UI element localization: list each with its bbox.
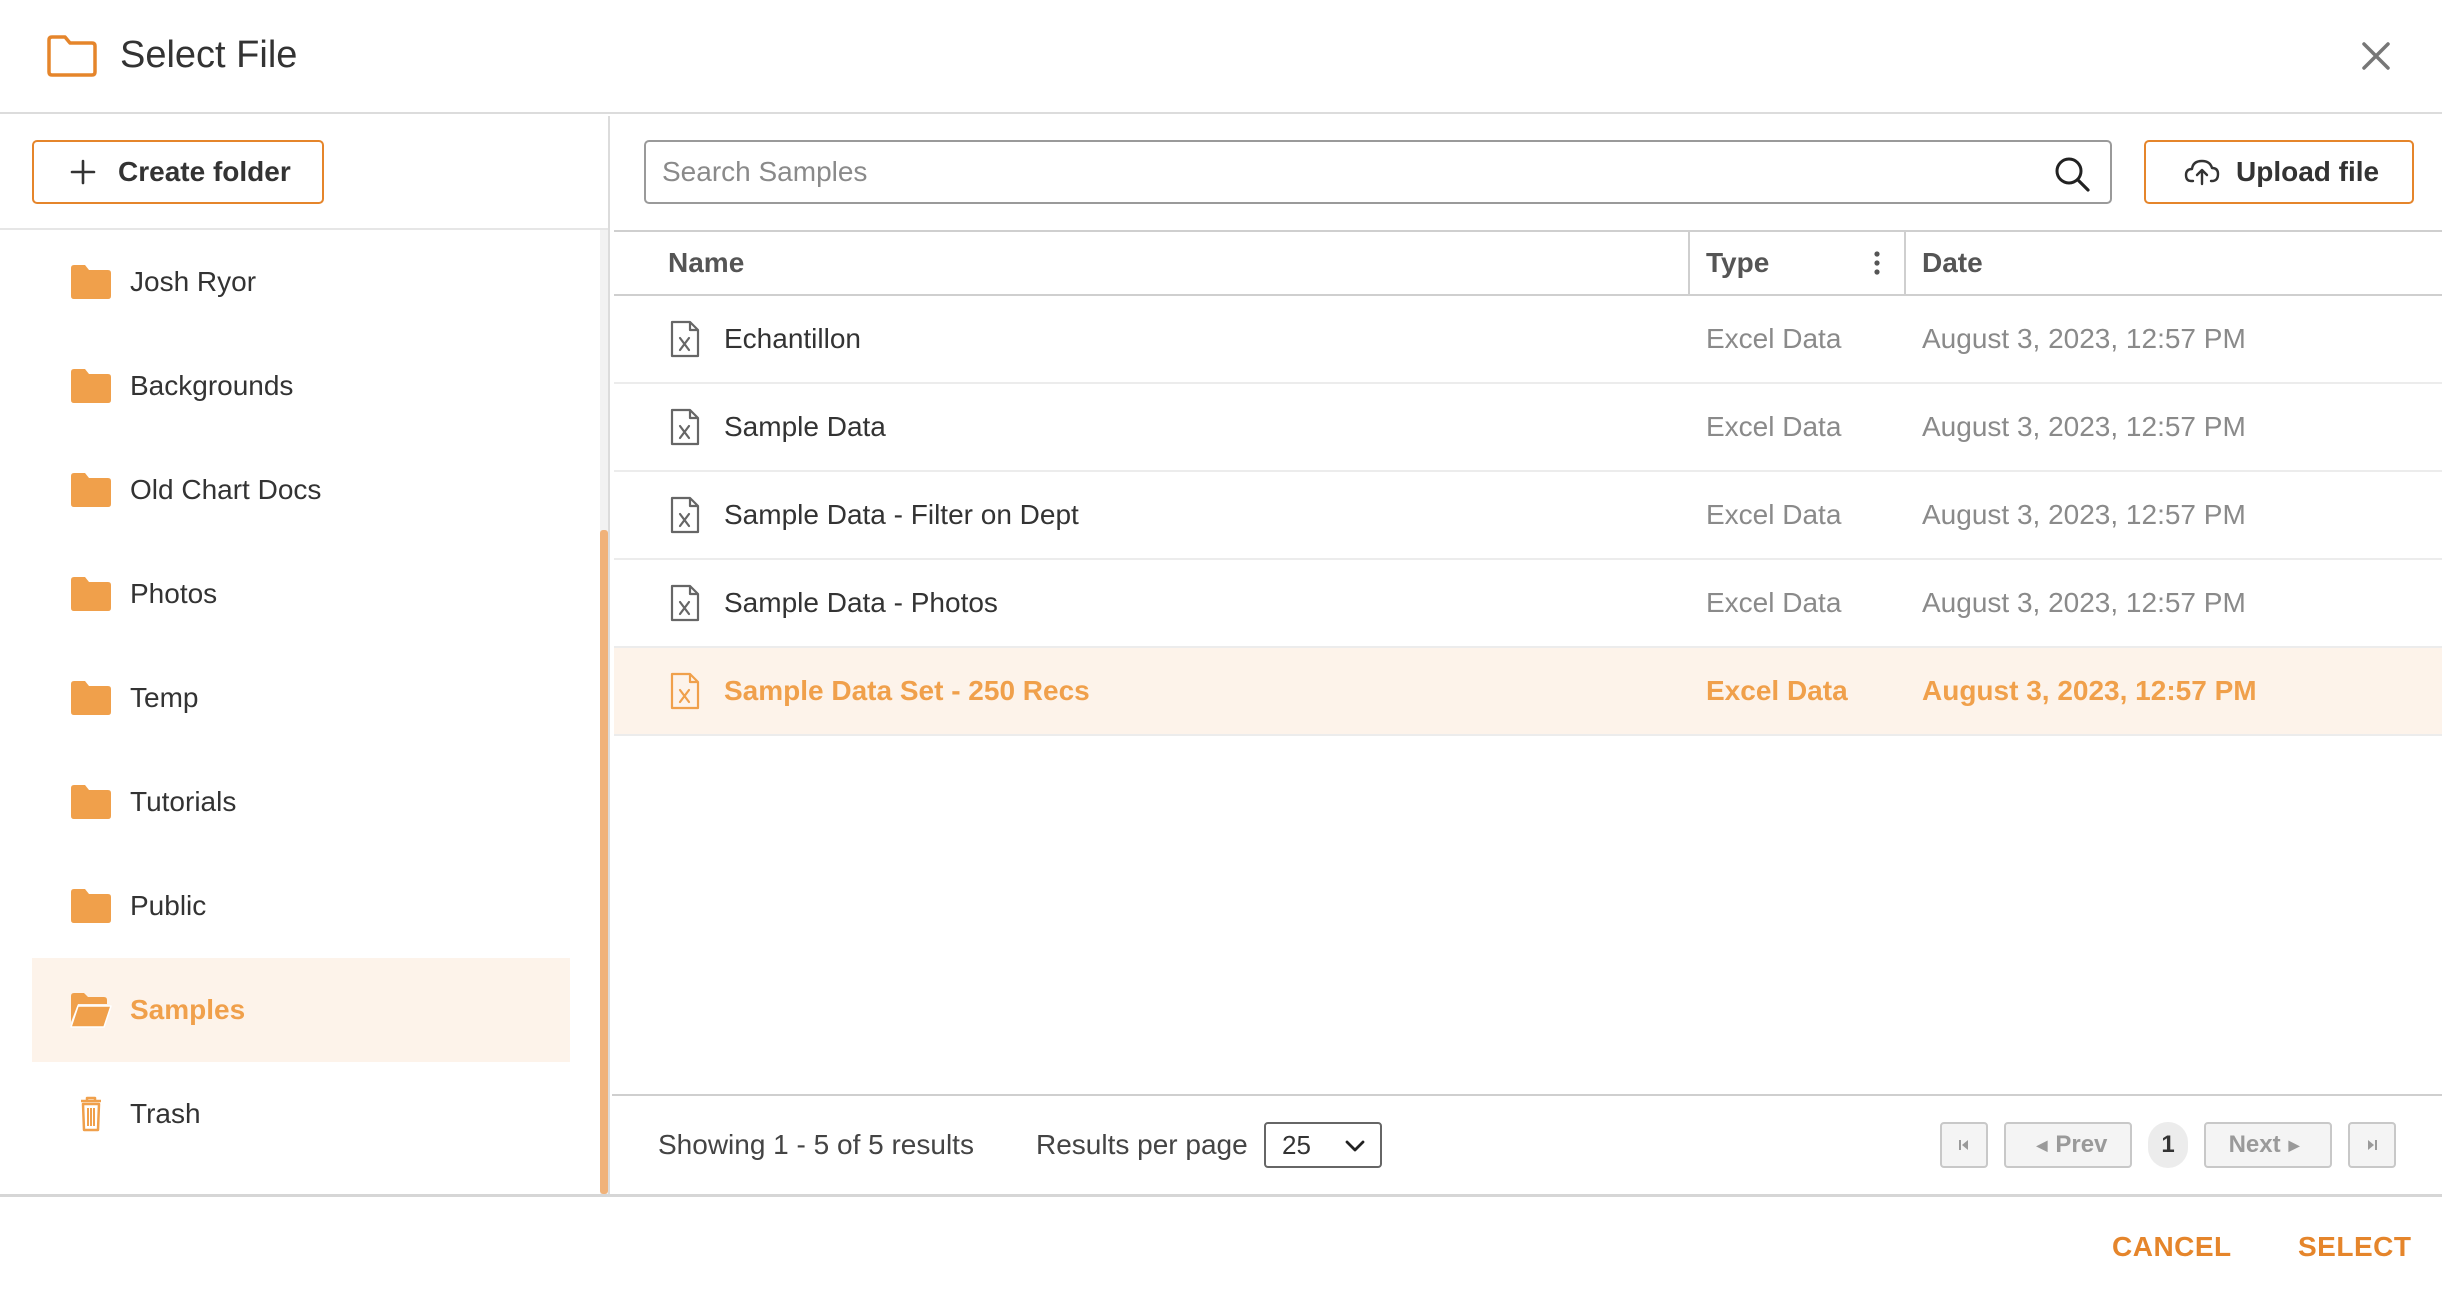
pagination-bar: Showing 1 - 5 of 5 results Results per p… xyxy=(612,1094,2442,1194)
sidebar-scrollbar-thumb[interactable] xyxy=(600,530,608,1194)
next-page-button[interactable]: Next ▶ xyxy=(2204,1122,2332,1168)
file-date: August 3, 2023, 12:57 PM xyxy=(1922,675,2257,706)
last-page-icon xyxy=(2368,1140,2377,1150)
table-row-selected[interactable]: Sample Data Set - 250 Recs Excel Data Au… xyxy=(614,648,2442,736)
sidebar-item-old-chart-docs[interactable]: Old Chart Docs xyxy=(32,438,570,542)
folder-open-icon xyxy=(70,993,112,1028)
file-name: Sample Data - Filter on Dept xyxy=(724,499,1079,530)
sidebar-item-label: Tutorials xyxy=(130,786,237,817)
excel-file-icon xyxy=(670,672,700,710)
sidebar-item-label: Public xyxy=(130,890,207,921)
column-header-type[interactable]: Type xyxy=(1706,232,1769,294)
prev-arrow-icon: ◀ xyxy=(2036,1136,2048,1153)
file-browser-pane: Upload file Name Type Date Echantillon E… xyxy=(612,116,2442,1194)
folder-icon xyxy=(71,577,111,611)
sidebar-item-label: Samples xyxy=(130,994,246,1025)
folder-list: Josh Ryor Backgrounds Old Chart Docs Pho… xyxy=(0,230,608,1194)
column-menu-icon[interactable] xyxy=(1862,248,1892,278)
results-per-page-value: 25 xyxy=(1282,1129,1311,1160)
first-page-icon xyxy=(1959,1140,1968,1150)
sidebar-item-label: Josh Ryor xyxy=(130,266,257,297)
file-name: Echantillon xyxy=(724,323,861,354)
first-page-button[interactable] xyxy=(1940,1122,1988,1168)
excel-file-icon xyxy=(670,584,700,622)
file-name: Sample Data Set - 250 Recs xyxy=(724,675,1090,706)
file-table: Name Type Date Echantillon Excel Data Au… xyxy=(614,230,2442,736)
excel-file-icon xyxy=(670,496,700,534)
prev-label: Prev xyxy=(2055,1131,2108,1158)
table-row[interactable]: Sample Data Excel Data August 3, 2023, 1… xyxy=(614,384,2442,472)
file-type: Excel Data xyxy=(1706,587,1842,618)
search-icon[interactable] xyxy=(2052,154,2092,194)
folder-sidebar: Create folder Josh Ryor Backgrounds Old … xyxy=(0,116,610,1194)
folder-icon xyxy=(71,473,111,507)
column-header-name[interactable]: Name xyxy=(668,232,744,294)
sidebar-item-josh-ryor[interactable]: Josh Ryor xyxy=(32,230,570,334)
search-input[interactable] xyxy=(646,144,2026,200)
dialog-title: Select File xyxy=(120,34,298,76)
column-header-date[interactable]: Date xyxy=(1922,232,1983,294)
file-date: August 3, 2023, 12:57 PM xyxy=(1922,499,2246,530)
results-per-page-label: Results per page xyxy=(1036,1129,1248,1160)
close-icon[interactable] xyxy=(2356,36,2396,76)
folder-icon xyxy=(71,889,111,923)
results-summary: Showing 1 - 5 of 5 results xyxy=(658,1129,974,1160)
folder-icon xyxy=(71,369,111,403)
column-divider[interactable] xyxy=(1904,232,1906,294)
results-per-page-select[interactable]: 25 xyxy=(1264,1122,1382,1168)
select-button[interactable]: SELECT xyxy=(2298,1197,2411,1297)
dialog-actions: CANCEL SELECT xyxy=(0,1194,2442,1298)
sidebar-item-label: Photos xyxy=(130,578,218,609)
cancel-button[interactable]: CANCEL xyxy=(2112,1197,2232,1297)
sidebar-item-tutorials[interactable]: Tutorials xyxy=(32,750,570,854)
folder-icon xyxy=(71,681,111,715)
sidebar-item-label: Trash xyxy=(130,1098,201,1129)
file-date: August 3, 2023, 12:57 PM xyxy=(1922,587,2246,618)
sidebar-item-temp[interactable]: Temp xyxy=(32,646,570,750)
page-number-current[interactable]: 1 xyxy=(2148,1122,2188,1168)
sidebar-item-label: Backgrounds xyxy=(130,370,294,401)
excel-file-icon xyxy=(670,408,700,446)
search-box xyxy=(644,140,2112,204)
file-type: Excel Data xyxy=(1706,499,1842,530)
file-date: August 3, 2023, 12:57 PM xyxy=(1922,323,2246,354)
upload-file-button[interactable]: Upload file xyxy=(2144,140,2414,204)
plus-icon xyxy=(70,159,96,185)
sidebar-item-samples[interactable]: Samples xyxy=(32,958,570,1062)
sidebar-item-backgrounds[interactable]: Backgrounds xyxy=(32,334,570,438)
file-type: Excel Data xyxy=(1706,411,1842,442)
table-header: Name Type Date xyxy=(614,230,2442,296)
last-page-button[interactable] xyxy=(2348,1122,2396,1168)
sidebar-item-public[interactable]: Public xyxy=(32,854,570,958)
create-folder-label: Create folder xyxy=(118,156,291,187)
excel-file-icon xyxy=(670,320,700,358)
table-row[interactable]: Echantillon Excel Data August 3, 2023, 1… xyxy=(614,296,2442,384)
file-type: Excel Data xyxy=(1706,323,1842,354)
file-date: August 3, 2023, 12:57 PM xyxy=(1922,411,2246,442)
sidebar-item-trash[interactable]: Trash xyxy=(32,1062,570,1166)
file-type: Excel Data xyxy=(1706,675,1848,706)
prev-page-button[interactable]: ◀ Prev xyxy=(2004,1122,2132,1168)
file-name: Sample Data xyxy=(724,411,886,442)
folder-outline-icon xyxy=(47,35,97,77)
dialog-header: Select File xyxy=(0,0,2442,114)
file-name: Sample Data - Photos xyxy=(724,587,998,618)
table-row[interactable]: Sample Data - Filter on Dept Excel Data … xyxy=(614,472,2442,560)
sidebar-item-label: Old Chart Docs xyxy=(130,474,322,505)
next-arrow-icon: ▶ xyxy=(2288,1136,2300,1153)
folder-icon xyxy=(71,785,111,819)
sidebar-item-label: Temp xyxy=(130,682,199,713)
chevron-down-icon xyxy=(1345,1140,1365,1152)
upload-file-label: Upload file xyxy=(2236,156,2380,187)
folder-icon xyxy=(71,265,111,299)
cloud-upload-icon xyxy=(2184,159,2220,186)
create-folder-button[interactable]: Create folder xyxy=(32,140,324,204)
next-label: Next xyxy=(2228,1131,2281,1158)
column-divider[interactable] xyxy=(1688,232,1690,294)
trash-icon xyxy=(81,1096,101,1132)
sidebar-item-photos[interactable]: Photos xyxy=(32,542,570,646)
table-row[interactable]: Sample Data - Photos Excel Data August 3… xyxy=(614,560,2442,648)
